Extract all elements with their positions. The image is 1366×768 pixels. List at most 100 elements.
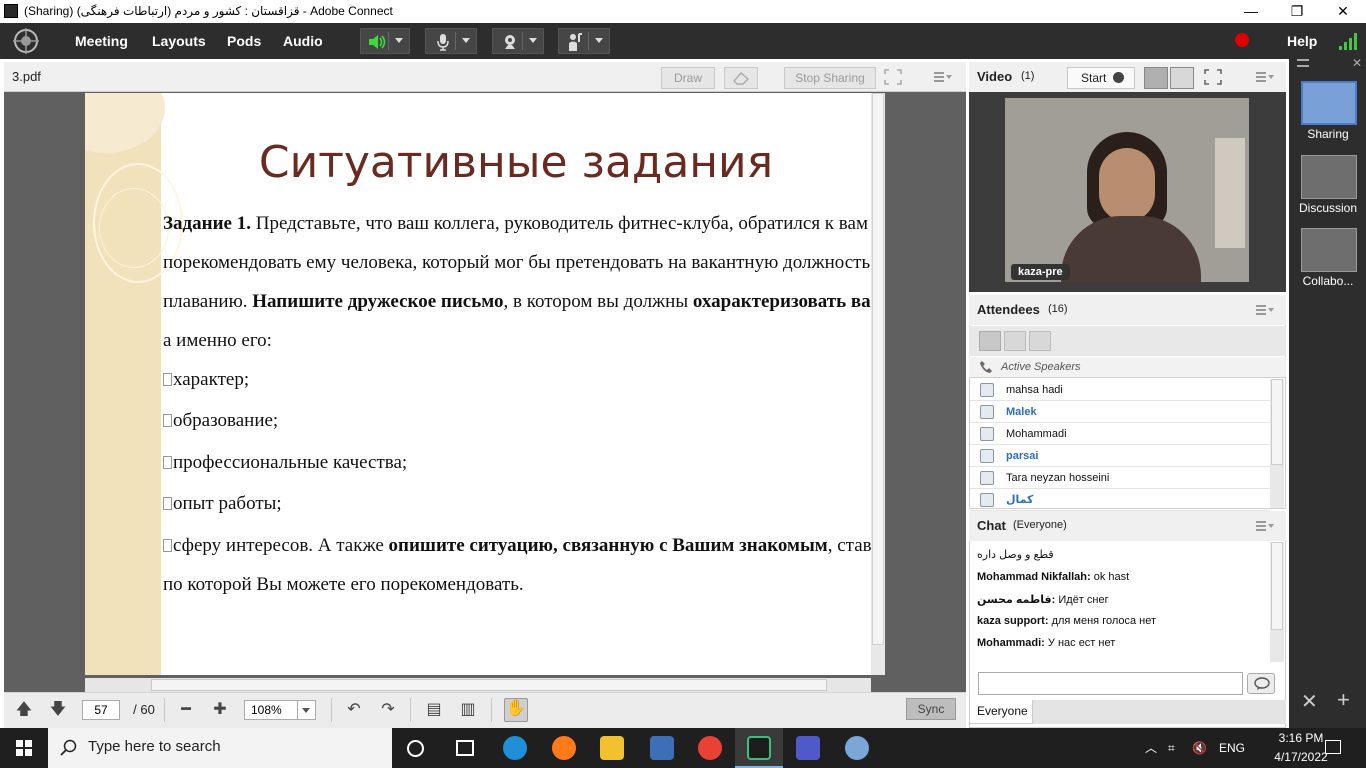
attendee-name: mahsa hadi: [1006, 384, 1063, 396]
close-layouts-icon[interactable]: ✕: [1352, 56, 1362, 70]
attendee-icon: [980, 427, 994, 441]
breakout-view-icon[interactable]: [1004, 331, 1026, 351]
page-horizontal-scrollbar[interactable]: [85, 678, 871, 692]
hand-tool-icon[interactable]: ✋: [504, 698, 528, 722]
layout-thumbnail-discussion[interactable]: [1301, 155, 1357, 199]
fullscreen-icon[interactable]: [1204, 69, 1222, 85]
stop-sharing-button[interactable]: Stop Sharing: [784, 67, 876, 89]
attendee-name: کمال: [1006, 494, 1034, 506]
webcam-icon: [505, 35, 515, 49]
attendees-pod-header: Attendees (16): [969, 295, 1286, 325]
attendee-name: Tara neyzan hosseini: [1006, 472, 1110, 484]
attendee-list-scrollbar[interactable]: [1270, 379, 1284, 508]
page-number-input[interactable]: 57: [82, 700, 120, 720]
clock-time[interactable]: 3:16 PM: [1272, 731, 1330, 745]
next-page-arrow-icon[interactable]: 🡇: [48, 700, 68, 720]
layout-label: Sharing: [1307, 127, 1349, 141]
sync-button[interactable]: Sync: [906, 698, 956, 720]
layout-thumbnail-sharing[interactable]: [1301, 81, 1357, 125]
chat-scrollbar[interactable]: [1270, 542, 1284, 662]
chat-scope: (Everyone): [1013, 519, 1067, 531]
menu-meeting[interactable]: Meeting: [75, 23, 128, 59]
attendees-pod-menu-icon[interactable]: [1256, 305, 1274, 315]
layouts-menu-icon[interactable]: [1297, 59, 1309, 67]
attendee-icon: [980, 493, 994, 507]
menu-layouts[interactable]: Layouts: [152, 23, 206, 59]
attendee-row[interactable]: Mohammadi: [970, 423, 1270, 445]
status-view-icon[interactable]: [1029, 331, 1051, 351]
attendee-icon: [980, 405, 994, 419]
chat-message-input[interactable]: [978, 672, 1243, 695]
layout-label: Discussion: [1298, 201, 1358, 215]
undo-icon[interactable]: ↶: [344, 700, 364, 720]
attendee-row[interactable]: کمال: [970, 489, 1270, 511]
annotate-tool-button[interactable]: [724, 67, 758, 89]
chat-pod-menu-icon[interactable]: [1256, 521, 1274, 531]
menu-help[interactable]: Help: [1287, 23, 1317, 59]
share-pod-menu-icon[interactable]: [934, 72, 952, 82]
attendee-row[interactable]: parsai: [970, 445, 1270, 467]
slide-bullet: профессиональные качества;: [163, 452, 407, 474]
zoom-select[interactable]: 108%: [244, 700, 316, 720]
layout-thumbnail-collabo[interactable]: [1301, 228, 1357, 272]
start-video-button[interactable]: Start: [1067, 67, 1135, 89]
windows-start-icon[interactable]: [16, 740, 32, 756]
slide-bullet: характер;: [163, 369, 249, 391]
slide-line: Задание 1. Представьте, что ваш коллега,…: [163, 213, 871, 234]
share-document-name: 3.pdf: [12, 69, 41, 84]
single-view-icon[interactable]: [1170, 67, 1194, 89]
taskbar-search-box[interactable]: Type here to search: [48, 728, 392, 768]
save-document-icon[interactable]: ▥: [458, 700, 478, 720]
microphone-button[interactable]: [425, 28, 477, 54]
speaker-button[interactable]: [360, 28, 410, 54]
page-vertical-scrollbar[interactable]: [871, 93, 885, 675]
edge-browser-icon[interactable]: [503, 736, 527, 760]
raise-hand-button[interactable]: [558, 28, 610, 54]
menu-audio[interactable]: Audio: [283, 23, 323, 59]
notification-icon[interactable]: [1325, 740, 1341, 754]
chat-message: Mohammadi: У нас ест нет: [977, 637, 1116, 649]
show-hidden-icons-chevron-icon[interactable]: ︿: [1145, 739, 1157, 756]
redo-icon[interactable]: ↷: [378, 700, 398, 720]
file-explorer-icon[interactable]: [600, 736, 624, 760]
fullscreen-icon[interactable]: [884, 69, 902, 85]
attendee-row[interactable]: mahsa hadi: [970, 379, 1270, 401]
cortana-icon[interactable]: [407, 740, 424, 757]
list-view-icon[interactable]: [979, 331, 1001, 351]
firefox-icon[interactable]: [552, 736, 576, 760]
restore-button[interactable]: ❐: [1274, 0, 1320, 23]
attendee-icon: [980, 471, 994, 485]
zoom-out-icon[interactable]: ━: [176, 700, 196, 720]
previous-page-arrow-icon[interactable]: 🡅: [14, 700, 34, 720]
recording-indicator-icon[interactable]: [1235, 33, 1249, 47]
chat-tab-everyone[interactable]: Everyone: [969, 700, 1033, 724]
adobe-connect-taskbar-icon[interactable]: [747, 736, 771, 760]
menu-pods[interactable]: Pods: [227, 23, 261, 59]
minimize-button[interactable]: —: [1228, 0, 1274, 23]
network-app-icon[interactable]: [650, 736, 674, 760]
send-message-button[interactable]: [1247, 673, 1275, 694]
filmstrip-view-icon[interactable]: [1144, 67, 1168, 89]
volume-icon[interactable]: 🔇: [1192, 741, 1207, 755]
video-pod-menu-icon[interactable]: [1256, 72, 1274, 82]
add-layout-icon[interactable]: +: [1337, 687, 1350, 713]
attendee-row[interactable]: Tara neyzan hosseini: [970, 467, 1270, 489]
document-icon[interactable]: ▤: [424, 700, 444, 720]
attendee-row[interactable]: Malek: [970, 401, 1270, 423]
teams-icon[interactable]: [796, 736, 820, 760]
close-button[interactable]: ✕: [1320, 0, 1366, 23]
chrome-icon[interactable]: [698, 736, 722, 760]
zoom-in-icon[interactable]: ✚: [210, 700, 230, 720]
webcam-button[interactable]: [492, 28, 544, 54]
task-view-icon[interactable]: [456, 740, 474, 756]
draw-button[interactable]: Draw: [661, 67, 715, 89]
delete-layout-icon[interactable]: ✕: [1301, 689, 1318, 714]
chevron-down-icon: [395, 38, 403, 43]
language-indicator[interactable]: ENG: [1219, 741, 1245, 755]
paint-icon[interactable]: [845, 736, 869, 760]
connection-strength-icon: [1339, 33, 1357, 50]
attendee-name: Malek: [1006, 406, 1037, 418]
video-count: (1): [1021, 70, 1035, 82]
presenter-name-label: kaza-pre: [1011, 264, 1070, 280]
network-icon[interactable]: ⌗: [1168, 741, 1175, 756]
